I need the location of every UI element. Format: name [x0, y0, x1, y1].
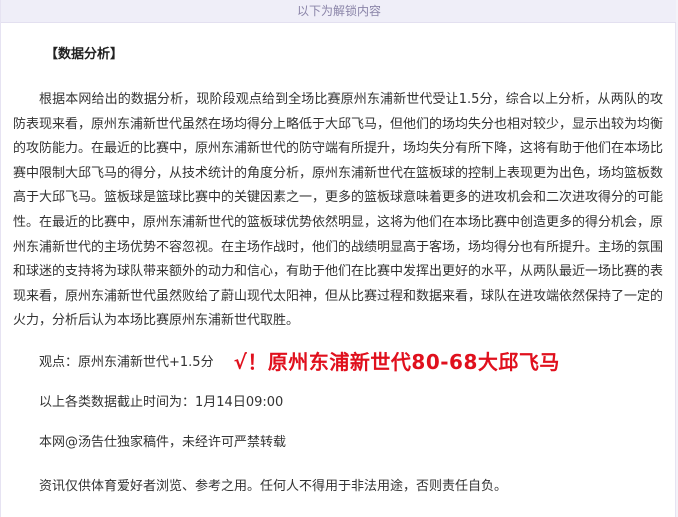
data-cutoff-text: 以上各类数据截止时间为：1月14日09:00: [39, 395, 284, 410]
match-result: √！原州东浦新世代80-68大邱飞马: [233, 349, 560, 374]
unlock-banner: 以下为解锁内容: [1, 0, 677, 23]
article-frame: 以下为解锁内容 【数据分析】 根据本网给出的数据分析，现阶段观点给到全场比赛原州…: [0, 0, 677, 517]
verdict-row: 观点：原州东浦新世代+1.5分 √！原州东浦新世代80-68大邱飞马: [39, 344, 560, 376]
copyright-notice: 本网@汤告仕独家稿件，未经许可严禁转载: [39, 435, 287, 450]
section-title: 【数据分析】: [45, 47, 124, 62]
analysis-paragraph: 根据本网给出的数据分析，现阶段观点给到全场比赛原州东浦新世代受让1.5分，综合以…: [13, 92, 664, 329]
viewpoint-label: 观点：原州东浦新世代+1.5分: [39, 354, 214, 370]
disclaimer-text: 资讯仅供体育爱好者浏览、参考之用。任何人不得用于非法用途，否则责任自负。: [39, 479, 508, 494]
